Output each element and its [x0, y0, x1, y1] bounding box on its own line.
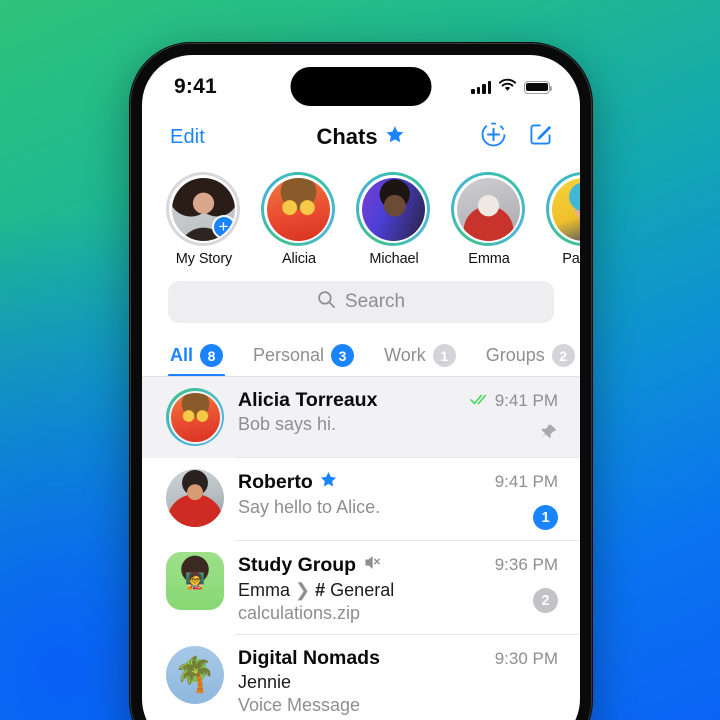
double-check-icon	[469, 391, 490, 411]
tab-label: Groups	[485, 345, 545, 365]
compose-square-pencil-icon[interactable]	[527, 121, 554, 153]
tab-groups[interactable]: Groups 2	[486, 344, 575, 376]
chat-timestamp: 9:30 PM	[494, 649, 558, 668]
table-row[interactable]: 🧑‍🏫 Study Group	[142, 541, 580, 635]
story-ring	[261, 172, 335, 246]
story-label: Michael	[369, 251, 419, 267]
chat-name-text: Digital Nomads	[238, 647, 380, 669]
story-item[interactable]: Michael	[356, 172, 432, 267]
pin-icon	[539, 423, 558, 447]
tab-label: Work	[384, 345, 426, 365]
edit-button[interactable]: Edit	[170, 126, 205, 149]
status-bar-indicators	[471, 78, 553, 97]
avatar[interactable]: 🌴	[166, 646, 224, 704]
story-label: Emma	[468, 251, 510, 267]
chat-name: Digital Nomads	[238, 647, 448, 670]
tab-count-badge: 1	[432, 344, 456, 367]
search-input[interactable]: Search	[168, 281, 554, 323]
cellular-bars-icon	[471, 80, 491, 94]
avatar	[266, 177, 330, 241]
story-label: Alicia	[281, 251, 317, 267]
avatar-emoji: 🧑‍🏫	[166, 552, 224, 610]
status-bar-time: 9:41	[174, 75, 217, 98]
story-item[interactable]: Emma	[451, 172, 527, 267]
story-item[interactable]: + My Story	[166, 172, 242, 267]
tab-work[interactable]: Work 1	[384, 344, 456, 376]
search-icon	[317, 290, 336, 315]
tab-count-badge: 2	[551, 344, 575, 367]
chat-timestamp: 9:36 PM	[494, 555, 558, 574]
search-bar-container: Search	[142, 271, 580, 323]
chat-name: Roberto	[238, 470, 448, 495]
unread-badge: 2	[533, 588, 558, 613]
chat-list: Alicia Torreaux Bob says hi. 9:41 PM Rob…	[142, 377, 580, 720]
tab-count-badge: 8	[200, 344, 224, 367]
phone-screen: 9:41 Edit Chats + My Story Alicia Michae…	[142, 55, 580, 720]
chat-preview: Voice Message	[238, 695, 361, 715]
blue-star-icon	[385, 124, 406, 151]
preview-sender-name: Emma	[238, 580, 291, 600]
background-gradient: 9:41 Edit Chats + My Story Alicia Michae…	[0, 0, 720, 720]
preview-channel-name: General	[330, 580, 395, 600]
tab-label: Personal	[253, 345, 325, 365]
story-label: Patrick	[562, 251, 580, 267]
story-item[interactable]: Alicia	[261, 172, 337, 267]
avatar	[551, 177, 580, 241]
phone-frame: 9:41 Edit Chats + My Story Alicia Michae…	[129, 42, 593, 720]
filter-tabs[interactable]: All 8 Personal 3 Work 1 Groups 2 Chan	[142, 337, 580, 377]
story-item[interactable]: Patrick	[546, 172, 580, 267]
avatar[interactable]	[166, 388, 224, 446]
chat-preview: Say hello to Alice.	[238, 497, 381, 517]
avatar	[456, 177, 520, 241]
wifi-icon	[498, 78, 517, 97]
story-ring	[356, 172, 430, 246]
blue-star-icon	[319, 470, 338, 495]
tab-all[interactable]: All 8	[167, 344, 226, 376]
avatar[interactable]: 🧑‍🏫	[166, 552, 224, 610]
dynamic-island	[290, 67, 432, 106]
avatar: +	[171, 177, 235, 241]
navigation-actions	[480, 121, 554, 153]
story-ring	[546, 172, 580, 246]
avatar-emoji: 🌴	[166, 646, 224, 704]
chevron-right-icon: ❯	[295, 580, 311, 600]
hash-icon: #	[315, 580, 326, 600]
chat-name-text: Alicia Torreaux	[238, 389, 378, 411]
table-row[interactable]: 🌴 Digital Nomads Jennie Voice Message 9:…	[142, 635, 580, 720]
chat-name-text: Study Group	[238, 554, 357, 576]
chat-name: Alicia Torreaux	[238, 389, 448, 412]
plus-circle-dashed-icon[interactable]	[480, 121, 507, 153]
chat-preview-sender: Jennie	[238, 672, 292, 692]
story-ring	[451, 172, 525, 246]
avatar	[361, 177, 425, 241]
tab-count-badge: 3	[331, 344, 355, 367]
chat-preview: Bob says hi.	[238, 414, 337, 434]
chat-preview-attachment: calculations.zip	[238, 603, 361, 623]
story-label: My Story	[175, 251, 233, 267]
chat-preview-sender: Emma ❯ # General	[238, 580, 448, 601]
status-bar: 9:41	[142, 55, 580, 111]
mute-icon	[362, 553, 381, 578]
add-story-icon[interactable]: +	[211, 214, 235, 239]
chat-meta: 9:41 PM	[469, 391, 558, 411]
search-placeholder: Search	[344, 291, 406, 312]
page-title-text: Chats	[316, 124, 378, 149]
stories-row[interactable]: + My Story Alicia Michael Emma Pa	[142, 163, 580, 271]
battery-icon	[524, 80, 553, 94]
table-row[interactable]: Alicia Torreaux Bob says hi. 9:41 PM	[142, 377, 580, 458]
story-ring: +	[166, 172, 240, 246]
chat-name: Study Group	[238, 553, 448, 578]
chat-timestamp: 9:41 PM	[494, 391, 558, 410]
tab-personal[interactable]: Personal 3	[253, 344, 355, 376]
avatar[interactable]	[166, 469, 224, 527]
table-row[interactable]: Roberto Say hello to Alice. 9:41 PM 1	[142, 458, 580, 541]
unread-badge: 1	[533, 505, 558, 530]
tab-label: All	[170, 345, 194, 365]
navigation-bar: Edit Chats	[142, 111, 580, 163]
chat-timestamp: 9:41 PM	[494, 472, 558, 491]
chat-name-text: Roberto	[238, 471, 313, 493]
page-title: Chats	[316, 124, 405, 151]
